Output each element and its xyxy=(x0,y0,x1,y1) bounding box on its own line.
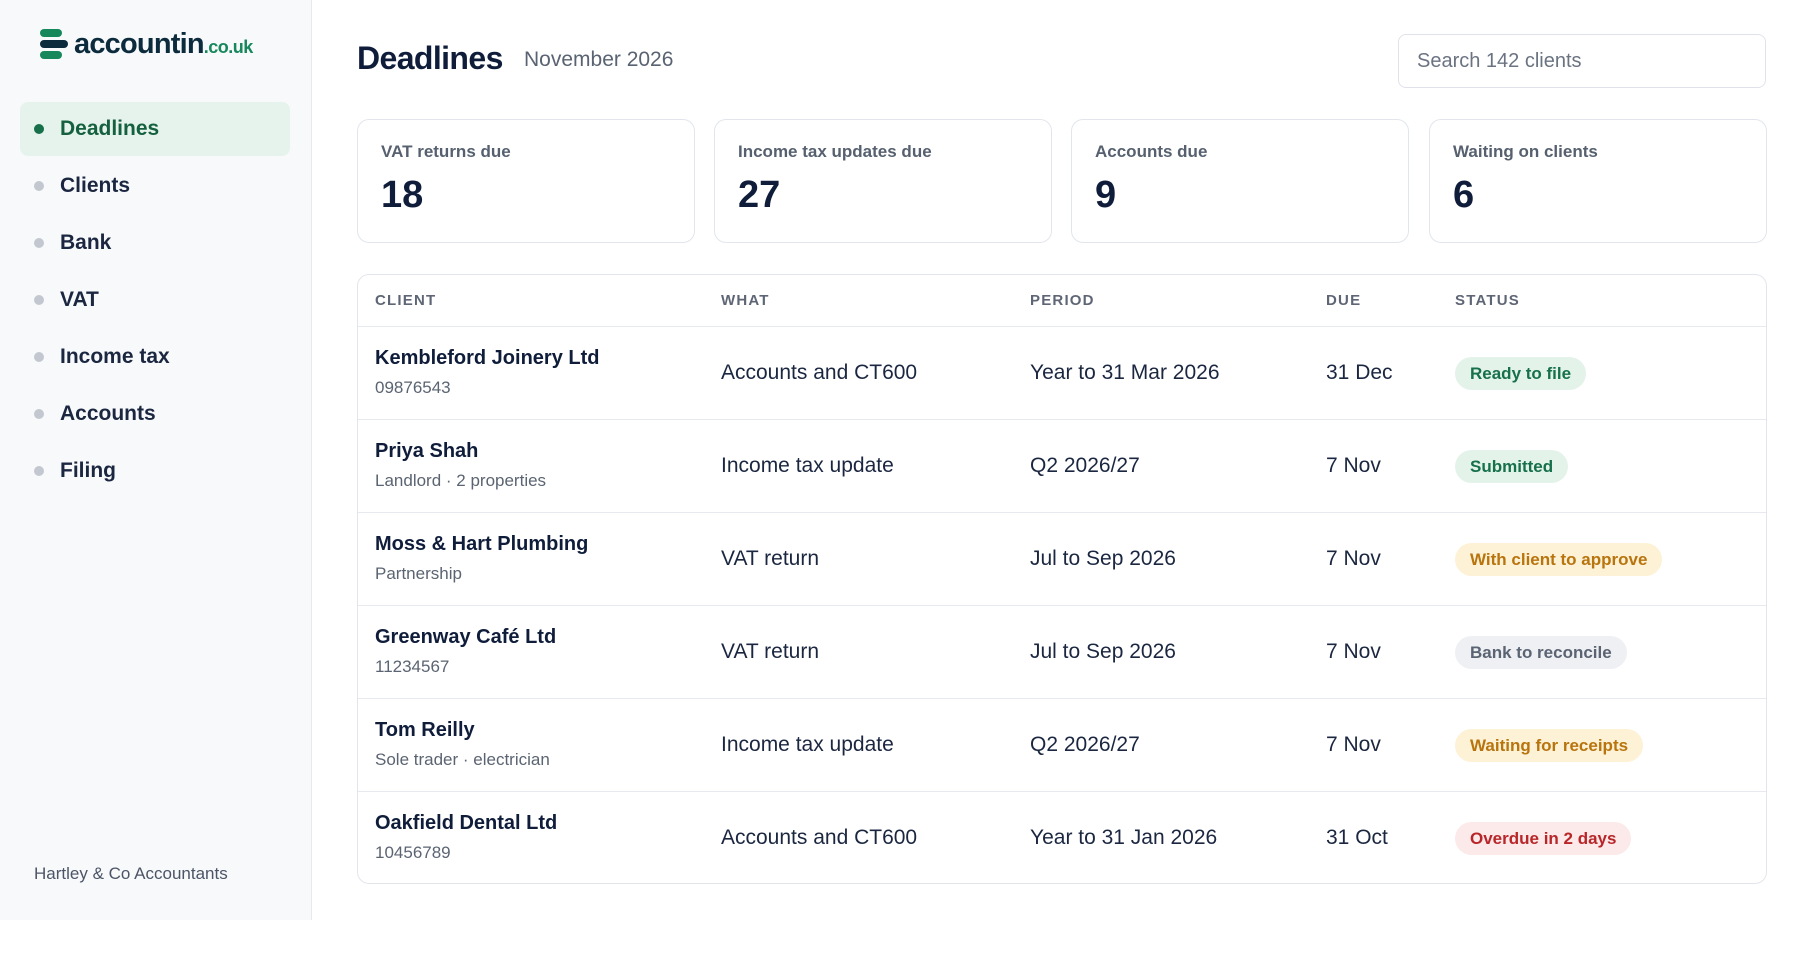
due-cell: 31 Dec xyxy=(1326,361,1393,384)
what-cell: Accounts and CT600 xyxy=(721,826,918,849)
client-name[interactable]: Kembleford Joinery Ltd xyxy=(375,347,599,370)
sidebar: accountin .co.uk Deadlines Clients Bank … xyxy=(0,0,312,920)
sidebar-item-vat[interactable]: VAT xyxy=(20,273,290,327)
client-detail: 09876543 xyxy=(375,378,451,397)
sidebar-item-label: VAT xyxy=(60,288,99,311)
table-row[interactable]: Moss & Hart Plumbing Partnership VAT ret… xyxy=(358,513,1766,606)
table-row[interactable]: Kembleford Joinery Ltd 09876543 Accounts… xyxy=(358,327,1766,420)
sidebar-item-clients[interactable]: Clients xyxy=(20,159,290,213)
period-cell: Q2 2026/27 xyxy=(1030,454,1140,477)
client-detail: 11234567 xyxy=(375,657,450,676)
dot-icon xyxy=(34,181,44,191)
dot-icon xyxy=(34,238,44,248)
due-cell: 7 Nov xyxy=(1326,454,1381,477)
dot-icon xyxy=(34,409,44,419)
card-value: 18 xyxy=(381,174,424,216)
period-cell: Jul to Sep 2026 xyxy=(1030,640,1176,663)
client-detail: Sole trader · electrician xyxy=(375,750,550,769)
sidebar-nav: Deadlines Clients Bank VAT Income tax Ac… xyxy=(20,102,290,501)
sidebar-item-label: Bank xyxy=(60,231,112,254)
card-label: Waiting on clients xyxy=(1453,142,1598,161)
client-detail: Landlord · 2 properties xyxy=(375,471,547,490)
card-value: 27 xyxy=(738,174,781,216)
summary-card-vat[interactable]: VAT returns due 18 xyxy=(357,119,695,243)
sidebar-item-label: Clients xyxy=(60,174,131,197)
summary-card-income-tax[interactable]: Income tax updates due 27 xyxy=(714,119,1052,243)
active-dot-icon xyxy=(34,124,44,134)
dot-icon xyxy=(34,295,44,305)
sidebar-item-deadlines[interactable]: Deadlines xyxy=(20,102,290,156)
logo[interactable]: accountin .co.uk xyxy=(38,26,253,62)
period-cell: Year to 31 Mar 2026 xyxy=(1030,361,1220,384)
column-header-status[interactable]: STATUS xyxy=(1455,292,1520,309)
status-badge: Overdue in 2 days xyxy=(1455,822,1632,855)
page-subtitle: November 2026 xyxy=(524,48,674,71)
status-badge: With client to approve xyxy=(1455,543,1663,576)
sidebar-item-bank[interactable]: Bank xyxy=(20,216,290,270)
table-row[interactable]: Oakfield Dental Ltd 10456789 Accounts an… xyxy=(358,792,1766,883)
table-header: CLIENT WHAT PERIOD DUE STATUS xyxy=(358,275,1766,327)
search-input[interactable] xyxy=(1398,34,1766,88)
due-cell: 31 Oct xyxy=(1326,826,1388,849)
dot-icon xyxy=(34,352,44,362)
main-content: Deadlines November 2026 VAT returns due … xyxy=(313,0,1800,920)
summary-card-accounts[interactable]: Accounts due 9 xyxy=(1071,119,1409,243)
logo-text: accountin xyxy=(74,27,205,60)
summary-cards: VAT returns due 18 Income tax updates du… xyxy=(357,119,1767,243)
card-label: Income tax updates due xyxy=(738,142,932,161)
period-cell: Q2 2026/27 xyxy=(1030,733,1140,756)
sidebar-item-label: Income tax xyxy=(60,345,170,368)
column-header-period[interactable]: PERIOD xyxy=(1030,292,1095,309)
what-cell: VAT return xyxy=(721,547,820,570)
status-badge: Submitted xyxy=(1455,450,1569,483)
what-cell: Accounts and CT600 xyxy=(721,361,918,384)
status-badge: Bank to reconcile xyxy=(1455,636,1627,669)
sidebar-item-filing[interactable]: Filing xyxy=(20,444,290,498)
summary-card-waiting[interactable]: Waiting on clients 6 xyxy=(1429,119,1767,243)
page-title: Deadlines xyxy=(357,40,503,76)
logo-mark-icon xyxy=(40,29,68,59)
logo-tld: .co.uk xyxy=(203,36,254,57)
app-shell: accountin .co.uk Deadlines Clients Bank … xyxy=(0,0,1800,920)
period-cell: Jul to Sep 2026 xyxy=(1030,547,1176,570)
period-cell: Year to 31 Jan 2026 xyxy=(1030,826,1218,849)
sidebar-item-label: Filing xyxy=(60,459,116,482)
client-name[interactable]: Priya Shah xyxy=(375,440,478,463)
client-name[interactable]: Tom Reilly xyxy=(375,719,475,742)
firm-name: Hartley & Co Accountants xyxy=(34,864,228,883)
column-header-what[interactable]: WHAT xyxy=(721,292,770,309)
column-header-client[interactable]: CLIENT xyxy=(375,292,436,309)
due-cell: 7 Nov xyxy=(1326,640,1381,663)
card-label: VAT returns due xyxy=(381,142,511,161)
status-badge: Waiting for receipts xyxy=(1455,729,1644,762)
what-cell: VAT return xyxy=(721,640,820,663)
card-value: 9 xyxy=(1095,174,1117,216)
table-row[interactable]: Greenway Café Ltd 11234567 VAT return Ju… xyxy=(358,606,1766,699)
dot-icon xyxy=(34,466,44,476)
sidebar-item-label: Accounts xyxy=(60,402,156,425)
client-detail: 10456789 xyxy=(375,843,451,862)
table-row[interactable]: Priya Shah Landlord · 2 properties Incom… xyxy=(358,420,1766,513)
deadlines-table: CLIENT WHAT PERIOD DUE STATUS Kembleford… xyxy=(357,274,1767,884)
table-row[interactable]: Tom Reilly Sole trader · electrician Inc… xyxy=(358,699,1766,792)
what-cell: Income tax update xyxy=(721,733,894,756)
sidebar-item-income-tax[interactable]: Income tax xyxy=(20,330,290,384)
what-cell: Income tax update xyxy=(721,454,894,477)
client-name[interactable]: Moss & Hart Plumbing xyxy=(375,533,588,556)
client-detail: Partnership xyxy=(375,564,462,583)
client-name[interactable]: Oakfield Dental Ltd xyxy=(375,812,557,835)
card-label: Accounts due xyxy=(1095,142,1208,161)
client-name[interactable]: Greenway Café Ltd xyxy=(375,626,556,649)
due-cell: 7 Nov xyxy=(1326,733,1381,756)
status-badge: Ready to file xyxy=(1455,357,1587,390)
due-cell: 7 Nov xyxy=(1326,547,1381,570)
card-value: 6 xyxy=(1453,174,1475,216)
sidebar-item-label: Deadlines xyxy=(60,117,160,140)
sidebar-item-accounts[interactable]: Accounts xyxy=(20,387,290,441)
column-header-due[interactable]: DUE xyxy=(1326,292,1361,309)
